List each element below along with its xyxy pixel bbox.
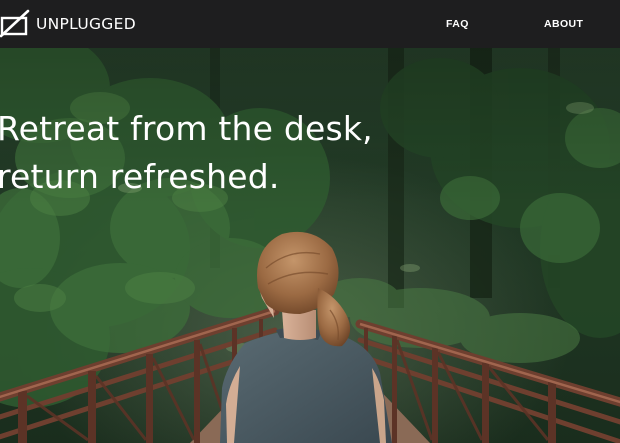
logo-link[interactable]: UNPLUGGED [0,9,136,39]
nav-link-faq[interactable]: FAQ [446,17,469,31]
brand-name: UNPLUGGED [36,15,136,33]
hero-heading-line-2: return refreshed. [0,157,280,196]
crossed-rectangle-logo-icon [0,9,30,38]
hero-section: Retreat from the desk, return refreshed. [0,48,620,443]
top-navigation-bar: UNPLUGGED FAQ ABOUT [0,0,620,48]
hero-heading: Retreat from the desk, return refreshed. [0,105,373,201]
hero-heading-line-1: Retreat from the desk, [0,109,373,148]
nav-link-about[interactable]: ABOUT [544,17,583,31]
page: UNPLUGGED FAQ ABOUT Retreat from the des… [0,0,620,443]
